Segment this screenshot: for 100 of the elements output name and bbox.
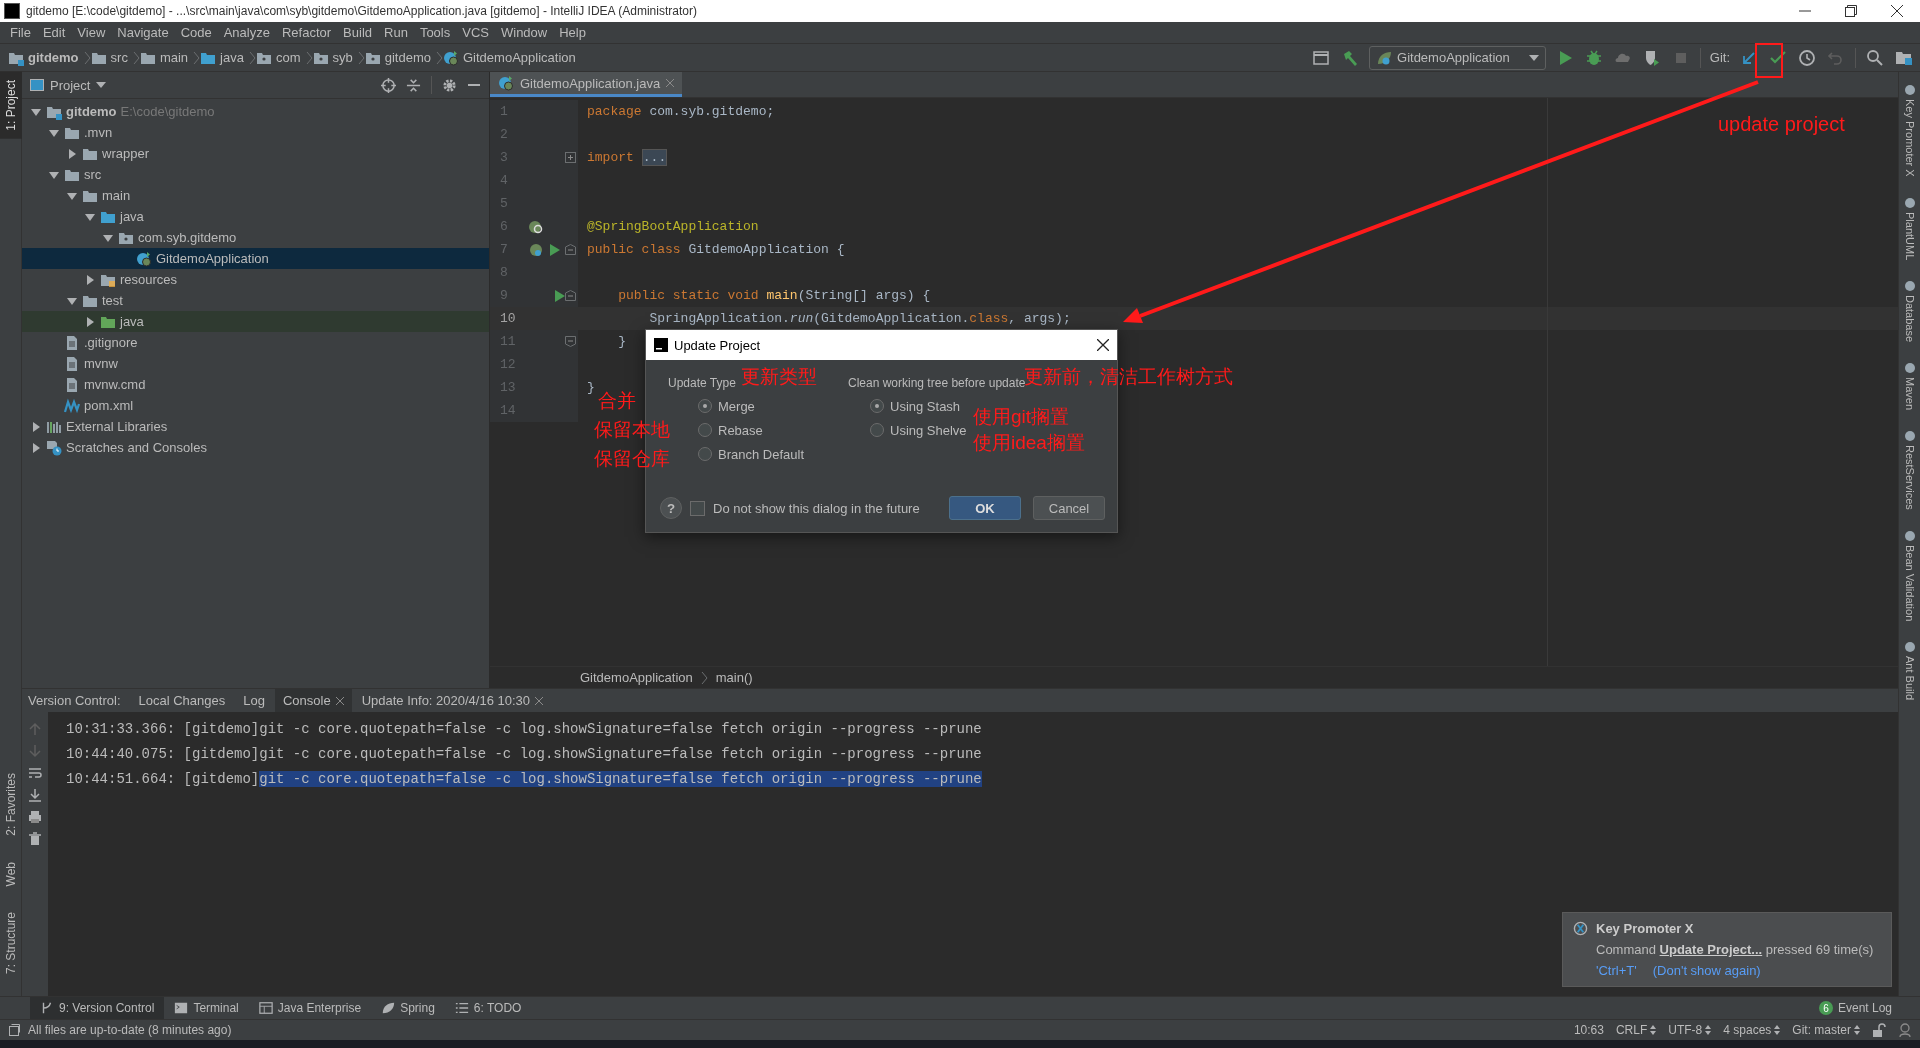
menu-item[interactable]: Window [494, 25, 554, 40]
run-config-dropdown[interactable]: GitdemoApplication [1369, 45, 1546, 70]
radio-option[interactable]: Branch Default [668, 446, 804, 462]
expand-arrow-icon[interactable] [85, 211, 95, 222]
tree-item[interactable]: test [22, 290, 489, 311]
checkbox-label[interactable]: Do not show this dialog in the future [713, 500, 920, 516]
tool-window-tab[interactable]: RestServices [1903, 445, 1916, 510]
expand-arrow-icon[interactable] [49, 127, 59, 138]
menu-item[interactable]: Analyze [217, 25, 276, 40]
clock-icon[interactable] [1797, 47, 1817, 68]
breadcrumb[interactable]: gitdemo [384, 50, 431, 65]
menu-item[interactable]: Build [337, 25, 378, 40]
menu-item[interactable]: Tools [413, 25, 457, 40]
tool-window-tab[interactable]: Ant Build [1903, 656, 1916, 701]
panel-tab[interactable]: Update Info: 2020/4/16 10:30 [353, 689, 552, 712]
panel-toggle-icon[interactable] [8, 1024, 20, 1036]
menu-item[interactable]: View [71, 25, 112, 40]
status-item[interactable]: UTF-8 [1668, 1023, 1712, 1037]
expand-arrow-icon[interactable] [67, 190, 77, 201]
expand-arrow-icon[interactable] [67, 295, 77, 306]
menu-item[interactable]: Help [553, 25, 592, 40]
menu-item[interactable]: Edit [36, 25, 72, 40]
breadcrumb[interactable]: GitdemoApplication [463, 50, 576, 65]
collapse-all-icon[interactable] [406, 77, 421, 93]
command-link[interactable]: Update Project... [1659, 942, 1763, 957]
tool-window-tab[interactable]: Maven [1903, 377, 1916, 411]
tree-item[interactable]: External Libraries [22, 416, 489, 437]
breadcrumb[interactable]: src [110, 50, 128, 65]
tree-item[interactable]: mvnw [22, 353, 489, 374]
run-icon[interactable] [549, 242, 561, 257]
close-icon[interactable] [1097, 339, 1109, 351]
fold-minus-icon[interactable] [565, 244, 576, 255]
search-icon[interactable] [1865, 47, 1885, 68]
tool-window-tab[interactable]: 7: Structure [0, 903, 22, 982]
menu-item[interactable]: Refactor [275, 25, 338, 40]
tool-window-tab[interactable]: Web [0, 853, 22, 894]
menu-item[interactable]: Run [378, 25, 414, 40]
bean-icon[interactable] [528, 241, 544, 258]
tree-item[interactable]: java [22, 206, 489, 227]
expand-arrow-icon[interactable] [49, 169, 59, 180]
tool-window-tab[interactable]: Java Enterprise [248, 997, 372, 1019]
tool-window-tab[interactable]: 2: Favorites [0, 764, 22, 844]
project-view-dropdown[interactable]: Project [30, 77, 107, 93]
inspector-icon[interactable] [1898, 1023, 1912, 1037]
tree-item[interactable]: java [22, 311, 489, 332]
fold-minus-icon[interactable] [565, 290, 576, 301]
tree-item[interactable]: wrapper [22, 143, 489, 164]
tree-item[interactable]: .mvn [22, 122, 489, 143]
tool-window-tab[interactable]: 6: TODO [444, 997, 532, 1019]
run-icon[interactable] [554, 288, 566, 303]
ok-button[interactable]: OK [949, 496, 1021, 520]
breadcrumb[interactable]: java [220, 50, 244, 65]
event-log-button[interactable]: 6 Event Log [1818, 1001, 1920, 1015]
status-item[interactable]: 4 spaces [1723, 1023, 1781, 1037]
tool-window-tab[interactable]: Key Promoter X [1903, 99, 1916, 177]
tool-window-tab[interactable]: Spring [371, 997, 445, 1019]
expand-arrow-icon[interactable] [103, 232, 113, 243]
notification-link[interactable]: 'Ctrl+T' [1596, 963, 1637, 978]
checkbox[interactable] [690, 500, 705, 516]
tree-item[interactable]: mvnw.cmd [22, 374, 489, 395]
breadcrumb[interactable]: main() [715, 670, 753, 685]
menu-item[interactable]: Code [174, 25, 218, 40]
lock-icon[interactable] [1872, 1023, 1886, 1037]
radio-option[interactable]: Using Stash [848, 398, 961, 414]
tree-item[interactable]: .gitignore [22, 332, 489, 353]
breadcrumb[interactable]: syb [332, 50, 353, 65]
status-item[interactable]: 10:63 [1573, 1023, 1604, 1037]
tree-item[interactable]: main [22, 185, 489, 206]
breadcrumb[interactable]: gitdemo [28, 50, 79, 65]
tool-window-tab[interactable]: 1: Project [0, 72, 22, 139]
tree-item[interactable]: resources [22, 269, 489, 290]
crosshair-icon[interactable] [381, 77, 396, 93]
tree-item[interactable]: gitdemo E:\code\gitdemo [22, 101, 489, 122]
wrap-icon[interactable] [28, 766, 42, 780]
radio-option[interactable]: Merge [668, 398, 755, 414]
menu-item[interactable]: Navigate [111, 25, 175, 40]
restore-icon[interactable] [1845, 5, 1857, 17]
tree-item[interactable]: src [22, 164, 489, 185]
tool-window-tab[interactable]: PlantUML [1903, 211, 1916, 260]
status-item[interactable]: Git: master [1792, 1023, 1860, 1037]
tree-item[interactable]: GitdemoApplication [22, 248, 489, 269]
breadcrumb[interactable]: com [275, 50, 301, 65]
close-icon[interactable] [1891, 5, 1903, 17]
tool-window-tab[interactable]: Bean Validation [1903, 544, 1916, 622]
fold-plus-icon[interactable] [565, 152, 576, 163]
help-button[interactable]: ? [660, 497, 682, 519]
panel-tab[interactable]: Log [235, 689, 273, 712]
cancel-button[interactable]: Cancel [1033, 496, 1105, 520]
collapse-arrow-icon[interactable] [31, 442, 41, 453]
menu-item[interactable]: VCS [456, 25, 495, 40]
collapse-arrow-icon[interactable] [85, 316, 95, 327]
tree-item[interactable]: Scratches and Consoles [22, 437, 489, 458]
breadcrumb[interactable]: main [159, 50, 189, 65]
bean-icon[interactable] [528, 218, 544, 235]
tree-item[interactable]: com.syb.gitdemo [22, 227, 489, 248]
editor-tab[interactable]: GitdemoApplication.java [490, 72, 683, 97]
scroll-end-icon[interactable] [28, 788, 42, 802]
notification-link[interactable]: (Don't show again) [1652, 963, 1761, 978]
radio-option[interactable]: Using Shelve [848, 422, 967, 438]
trash-icon[interactable] [28, 832, 42, 846]
